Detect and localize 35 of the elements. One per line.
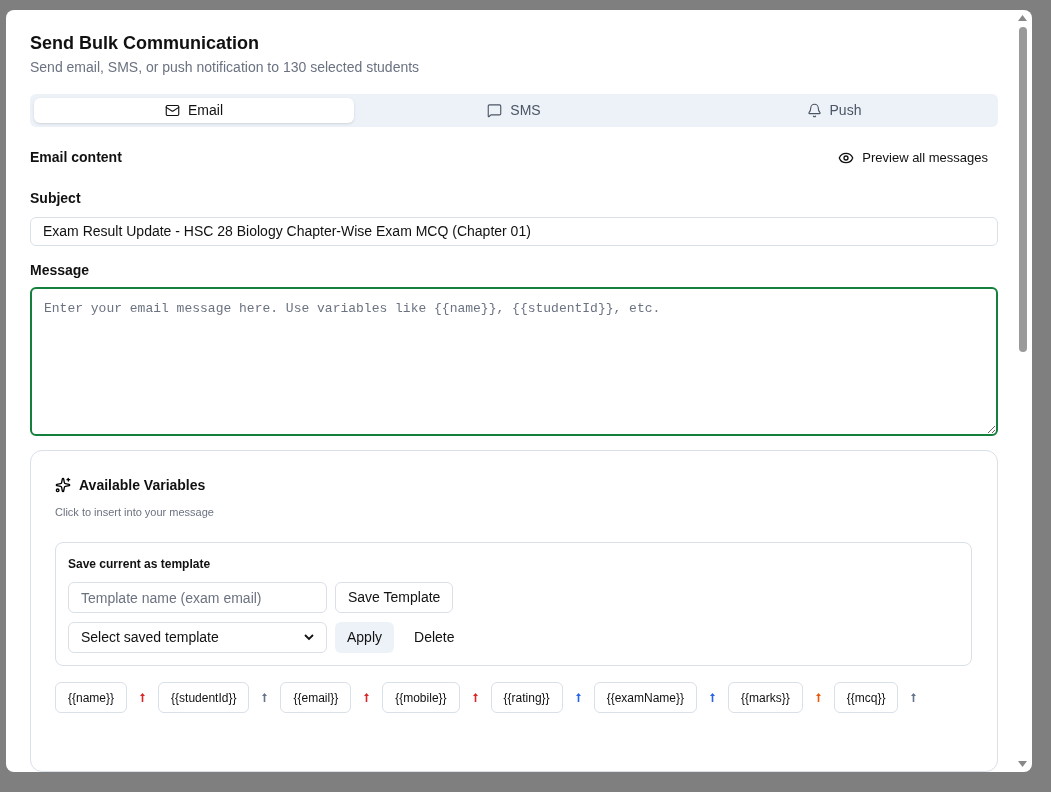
dialog-title: Send Bulk Communication xyxy=(30,32,261,54)
mail-icon xyxy=(165,103,180,119)
apply-button[interactable]: Apply xyxy=(335,622,395,654)
preview-button[interactable]: Preview all messages xyxy=(828,148,998,168)
panel-subtitle: Click to insert into your message xyxy=(55,504,215,520)
delete-button[interactable]: Delete xyxy=(402,622,467,654)
tab[interactable]: SMS xyxy=(354,98,674,124)
chevron-down-icon xyxy=(304,634,314,642)
scroll-up-icon xyxy=(1018,15,1027,21)
save-template-button[interactable]: Save Template xyxy=(335,582,454,614)
tab[interactable]: Email xyxy=(34,98,354,124)
variable-chip[interactable]: {{mcq}} xyxy=(833,682,899,714)
sparkles-icon xyxy=(55,477,71,494)
field-label: Message xyxy=(30,261,91,281)
chat-bubble-icon xyxy=(487,103,503,119)
subject-field[interactable]: Exam Result Update - HSC 28 Biology Chapter-Wise Exam MCQ (Chapter 01) xyxy=(30,217,998,247)
variable-chip[interactable]: {{mobile}} xyxy=(382,682,460,714)
variable-chip[interactable]: {{name}} xyxy=(55,682,128,714)
scrollbar-thumb[interactable] xyxy=(1018,27,1027,352)
field-label: Subject xyxy=(30,189,82,209)
template-select[interactable]: Select saved template xyxy=(68,622,327,654)
dialog-description: Send email, SMS, or push notification to 130 selected students xyxy=(30,58,421,76)
panel-title: Available Variables xyxy=(79,475,206,495)
message-field[interactable]: Enter your email message here. Use variables like {{name}}, {{studentId}}, etc. xyxy=(30,287,998,436)
section-title: Email content xyxy=(30,148,122,168)
variable-chip[interactable]: {{rating}} xyxy=(490,682,563,714)
template-name-field[interactable]: Template name (exam email) xyxy=(68,582,327,614)
bell-icon xyxy=(806,103,822,119)
variable-chip[interactable]: {{marks}} xyxy=(728,682,803,714)
tab[interactable]: Push xyxy=(674,98,994,124)
variable-chip[interactable]: {{email}} xyxy=(280,682,352,714)
variable-chip[interactable]: {{studentId}} xyxy=(158,682,250,714)
variable-chip[interactable]: {{examName}} xyxy=(593,682,698,714)
template-title: Save current as template xyxy=(68,556,212,574)
scroll-down-icon xyxy=(1018,761,1027,767)
